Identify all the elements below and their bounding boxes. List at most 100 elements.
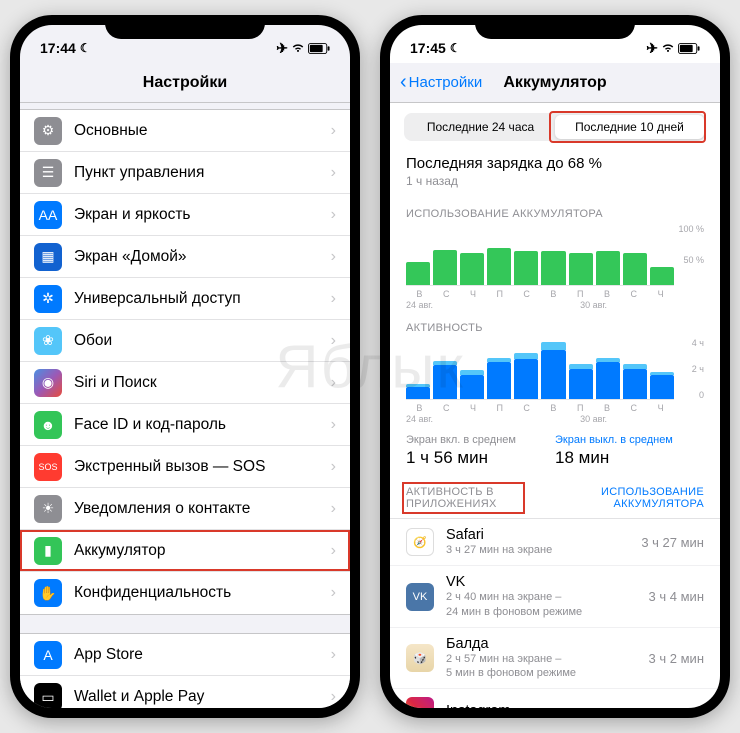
section-usage-label: ИСПОЛЬЗОВАНИЕ АККУМУЛЯТОРА <box>406 208 704 220</box>
chevron-right-icon: › <box>331 206 336 224</box>
axis-tick: П <box>486 403 513 413</box>
row-label: Основные <box>74 122 331 140</box>
tab-battery-usage[interactable]: ИСПОЛЬЗОВАНИЕАККУМУЛЯТОРА <box>555 486 704 510</box>
app-icon: VK <box>406 583 434 611</box>
chart-bar <box>596 362 620 399</box>
settings-group: AApp Store›▭Wallet и Apple Pay› <box>20 633 350 708</box>
chart-bar <box>406 262 430 285</box>
app-subtitle: 3 ч 27 мин на экране <box>446 543 641 557</box>
row-label: Wallet и Apple Pay <box>74 688 331 706</box>
segment-10d[interactable]: Последние 10 дней <box>555 115 704 139</box>
app-info: Instagram <box>446 703 704 708</box>
notch <box>105 15 265 39</box>
settings-row[interactable]: AApp Store› <box>20 634 350 676</box>
chevron-right-icon: › <box>331 416 336 434</box>
chevron-right-icon: › <box>331 458 336 476</box>
page-title: Аккумулятор <box>503 74 606 92</box>
app-row[interactable]: 🎲Балда2 ч 57 мин на экране – 5 мин в фон… <box>390 628 720 690</box>
notch <box>475 15 635 39</box>
row-label: Конфиденциальность <box>74 584 331 602</box>
segmented-control[interactable]: Последние 24 часа Последние 10 дней <box>404 113 706 141</box>
home-grid-icon: ▦ <box>34 243 62 271</box>
tab-row: АКТИВНОСТЬ ВПРИЛОЖЕНИЯХ ИСПОЛЬЗОВАНИЕАКК… <box>390 482 720 519</box>
settings-row[interactable]: ☻Face ID и код-пароль› <box>20 404 350 446</box>
battery-status-icon <box>678 43 700 54</box>
tab-activity-by-app[interactable]: АКТИВНОСТЬ ВПРИЛОЖЕНИЯХ <box>406 486 555 510</box>
chart-bar <box>487 248 511 285</box>
row-label: Экстренный вызов — SOS <box>74 458 331 476</box>
battery-detail[interactable]: Последние 24 часа Последние 10 дней Посл… <box>390 103 720 708</box>
chart-bar <box>487 362 511 399</box>
settings-row[interactable]: AAЭкран и яркость› <box>20 194 350 236</box>
axis-label: 4 ч <box>678 338 704 348</box>
app-name: VK <box>446 574 649 590</box>
last-charge-sub: 1 ч назад <box>406 174 704 188</box>
settings-group: ⚙Основные›☰Пункт управления›AAЭкран и яр… <box>20 109 350 615</box>
axis-tick: П <box>486 289 513 299</box>
settings-row[interactable]: ⚙ Основные› <box>20 110 350 152</box>
chevron-left-icon: ‹ <box>400 71 407 94</box>
settings-row[interactable]: ✋Конфиденциальность› <box>20 572 350 614</box>
settings-row[interactable]: ▮Аккумулятор› <box>20 530 350 572</box>
app-subtitle: 2 ч 57 мин на экране – 5 мин в фоновом р… <box>446 652 649 681</box>
axis-date: 30 авг. <box>567 300 621 310</box>
chart-bar <box>514 251 538 285</box>
app-row[interactable]: Instagram <box>390 689 720 708</box>
app-time: 3 ч 27 мин <box>641 535 704 550</box>
chart-bar <box>460 375 484 399</box>
settings-row[interactable]: SOS Экстренный вызов — SOS› <box>20 446 350 488</box>
battery-icon: ▮ <box>34 537 62 565</box>
gear-icon: ⚙ <box>34 117 62 145</box>
chevron-right-icon: › <box>331 164 336 182</box>
stat-screen-on-label: Экран вкл. в среднем <box>406 434 555 446</box>
axis-tick: С <box>620 403 647 413</box>
chevron-right-icon: › <box>331 122 336 140</box>
app-row[interactable]: VKVK2 ч 40 мин на экране – 24 мин в фоно… <box>390 566 720 628</box>
dnd-moon-icon: ☾ <box>80 41 91 55</box>
axis-tick: С <box>620 289 647 299</box>
chart-bar <box>569 369 593 400</box>
settings-row[interactable]: ◉Siri и Поиск› <box>20 362 350 404</box>
settings-row[interactable]: ▭Wallet и Apple Pay› <box>20 676 350 708</box>
axis-tick: В <box>594 289 621 299</box>
settings-row[interactable]: ▦Экран «Домой»› <box>20 236 350 278</box>
app-subtitle: 2 ч 40 мин на экране – 24 мин в фоновом … <box>446 590 649 619</box>
app-name: Балда <box>446 636 649 652</box>
wallet-icon: ▭ <box>34 683 62 708</box>
axis-date: 24 авг. <box>406 300 460 310</box>
usage-chart: 100 % 50 % ВСЧПСВПВСЧ 24 авг.30 авг. <box>390 224 720 310</box>
axis-tick: С <box>513 403 540 413</box>
chart-bar <box>541 251 565 285</box>
chart-bar <box>596 251 620 285</box>
sos-icon: SOS <box>34 453 62 481</box>
exposure-icon: ☀ <box>34 495 62 523</box>
row-label: Обои <box>74 332 331 350</box>
app-info: Safari3 ч 27 мин на экране <box>446 527 641 557</box>
phone-right: 17:45 ☾ ✈ ‹ Настройки Аккумулятор Послед… <box>380 15 730 718</box>
axis-tick: Ч <box>647 289 674 299</box>
app-time: 3 ч 2 мин <box>649 651 704 666</box>
app-info: Балда2 ч 57 мин на экране – 5 мин в фоно… <box>446 636 649 681</box>
axis-label: 100 % <box>678 224 704 234</box>
row-label: Экран «Домой» <box>74 248 331 266</box>
settings-list[interactable]: ⚙Основные›☰Пункт управления›AAЭкран и яр… <box>20 103 350 708</box>
chart-bar <box>460 253 484 285</box>
text-size-icon: AA <box>34 201 62 229</box>
status-time: 17:45 <box>410 40 446 56</box>
app-row[interactable]: 🧭Safari3 ч 27 мин на экране3 ч 27 мин <box>390 519 720 566</box>
settings-row[interactable]: ☀Уведомления о контакте› <box>20 488 350 530</box>
app-usage-list: 🧭Safari3 ч 27 мин на экране3 ч 27 мин VK V… <box>390 519 720 708</box>
section-activity-label: АКТИВНОСТЬ <box>406 322 704 334</box>
chart-bar <box>433 250 457 285</box>
axis-tick: Ч <box>460 403 487 413</box>
app-name: Safari <box>446 527 641 543</box>
settings-row[interactable]: ✲Универсальный доступ› <box>20 278 350 320</box>
row-label: App Store <box>74 646 331 664</box>
chevron-right-icon: › <box>331 584 336 602</box>
back-button[interactable]: ‹ Настройки <box>400 71 482 94</box>
settings-row[interactable]: ☰Пункт управления› <box>20 152 350 194</box>
nav-bar: ‹ Настройки Аккумулятор <box>390 63 720 103</box>
settings-row[interactable]: ❀Обои› <box>20 320 350 362</box>
nav-bar: Настройки <box>20 63 350 103</box>
segment-24h[interactable]: Последние 24 часа <box>406 115 555 139</box>
